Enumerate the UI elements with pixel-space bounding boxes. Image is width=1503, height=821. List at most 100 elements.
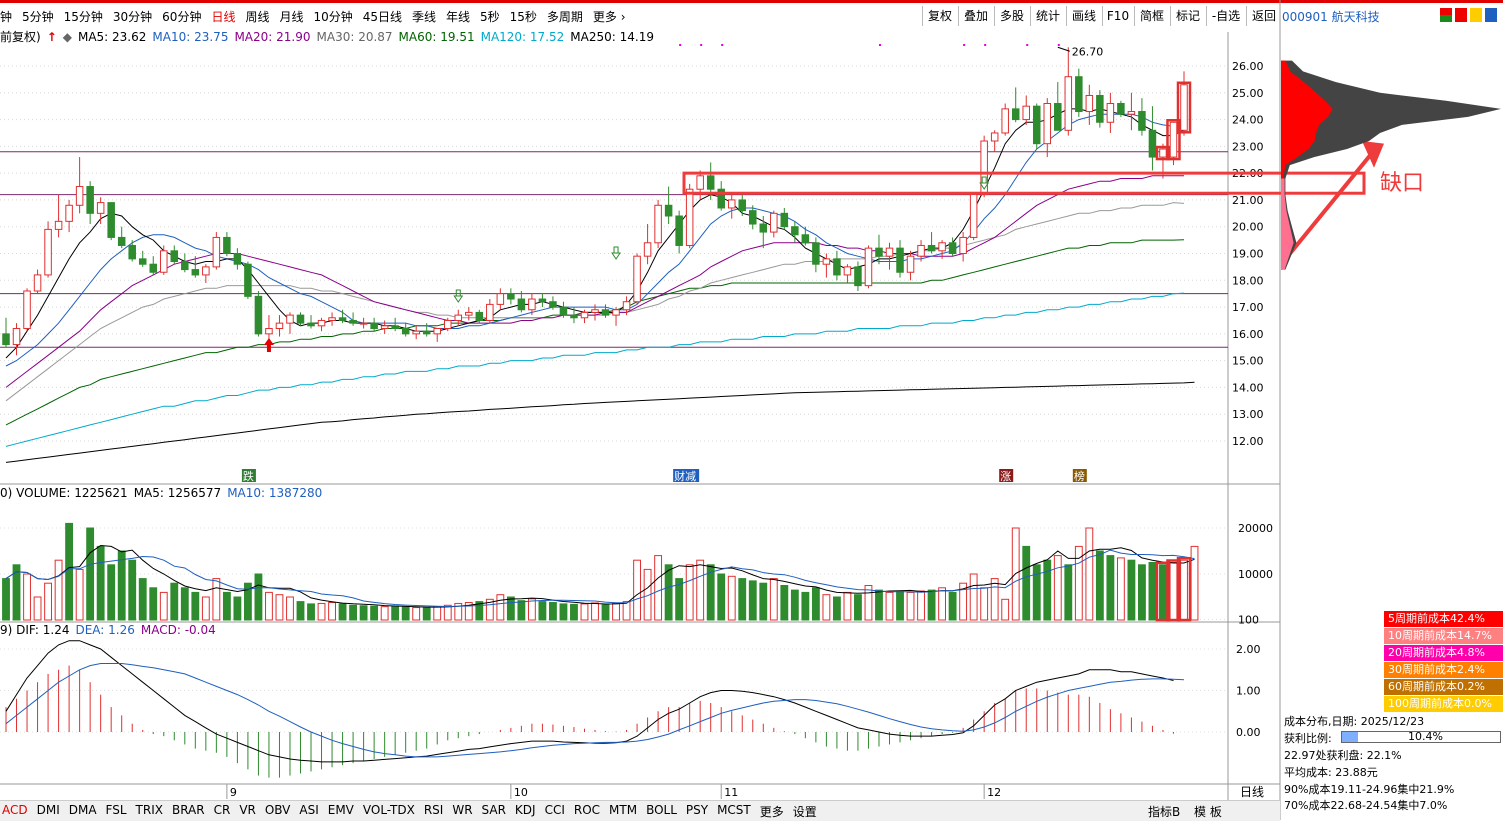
candle — [359, 322, 368, 325]
indicator-tab-5[interactable]: BRAR — [172, 803, 205, 817]
candle — [138, 258, 147, 265]
candle — [1096, 94, 1104, 123]
indicator-tab-0[interactable]: ACD — [2, 803, 28, 817]
indicator-tab-20[interactable]: PSY — [686, 803, 708, 817]
candle — [128, 244, 136, 260]
candle — [675, 215, 683, 246]
indicator-tab-21[interactable]: MCST — [717, 803, 751, 817]
price-tick-12: 24.00 — [1232, 114, 1264, 127]
indicator-tab-3[interactable]: FSL — [106, 803, 127, 817]
volume-bar — [201, 596, 210, 621]
candle — [233, 253, 242, 265]
candle — [212, 236, 221, 268]
candle — [706, 175, 715, 190]
indicator-tab-15[interactable]: KDJ — [515, 803, 536, 817]
candle — [896, 247, 904, 273]
candle — [286, 314, 294, 324]
candle — [23, 290, 31, 329]
cost-legend-0: 5周期前成本42.4% — [1384, 611, 1503, 627]
price-tick-4: 16.00 — [1232, 328, 1264, 341]
template-button-0[interactable]: 指标B — [1148, 803, 1180, 820]
candle — [759, 223, 768, 233]
event-marker-label-1: 财减 — [674, 469, 696, 483]
candle — [223, 236, 231, 255]
macd-tick-0: 2.00 — [1236, 643, 1261, 656]
indicator-tab-6[interactable]: CR — [214, 803, 231, 817]
volume-bar — [401, 606, 410, 621]
volume-bar — [254, 573, 263, 621]
volume-bar — [65, 522, 74, 621]
event-marker-label-0: 跌 — [243, 469, 254, 483]
macd-label-2: MACD: -0.04 — [140, 623, 216, 637]
volume-bar — [1064, 564, 1073, 621]
candle — [191, 269, 200, 276]
price-tick-2: 14.00 — [1232, 381, 1264, 394]
indicator-tab-22[interactable]: 更多 — [760, 803, 784, 820]
volume-bar — [917, 590, 925, 621]
template-button-1[interactable]: 模 板 — [1194, 803, 1222, 820]
candle — [980, 140, 988, 196]
signal-dot-4 — [963, 44, 966, 46]
signal-dot-1 — [700, 44, 703, 46]
indicator-tab-11[interactable]: VOL-TDX — [363, 803, 415, 817]
volume-bar — [370, 605, 379, 621]
volume-bar — [117, 550, 126, 621]
volume-bar — [265, 591, 273, 621]
candle — [517, 298, 526, 311]
candle — [54, 220, 63, 230]
volume-bar — [612, 602, 620, 621]
gap-arrow-line — [1288, 151, 1374, 255]
indicator-tab-14[interactable]: SAR — [482, 803, 506, 817]
candle — [1169, 121, 1178, 158]
high-label: 26.70 — [1072, 45, 1104, 58]
volume-bar — [822, 594, 831, 621]
indicator-tab-4[interactable]: TRIX — [136, 803, 163, 817]
candle — [496, 293, 505, 305]
volume-bar — [349, 604, 358, 621]
candle — [96, 202, 105, 214]
signal-dot-7 — [1057, 44, 1060, 46]
candle — [1148, 129, 1157, 158]
candle — [465, 311, 473, 316]
candle — [927, 244, 936, 252]
indicator-tab-2[interactable]: DMA — [69, 803, 97, 817]
volume-bar — [601, 604, 610, 621]
indicator-tab-8[interactable]: OBV — [265, 803, 291, 817]
cost-legend-1: 10周期前成本14.7% — [1384, 628, 1503, 644]
indicator-tab-9[interactable]: ASI — [299, 803, 318, 817]
event-marker-label-3: 榜 — [1074, 469, 1085, 483]
indicator-tab-12[interactable]: RSI — [424, 803, 444, 817]
indicator-tab-13[interactable]: WR — [452, 803, 472, 817]
cost-legend-4: 60周期前成本0.2% — [1384, 679, 1503, 695]
indicator-tab-17[interactable]: ROC — [574, 803, 600, 817]
buy-arrow-stem — [266, 344, 271, 352]
month-label-1: 10 — [514, 786, 528, 799]
indicator-tab-23[interactable]: 设置 — [793, 803, 817, 820]
volume-bar — [885, 591, 894, 621]
signal-dot-5 — [984, 44, 987, 46]
candle — [938, 242, 946, 252]
gap-label: 缺口 — [1380, 171, 1424, 196]
candle — [349, 319, 357, 324]
candle — [948, 242, 957, 255]
volume-bar — [1043, 559, 1052, 621]
candle — [12, 328, 21, 346]
indicator-tab-1[interactable]: DMI — [37, 803, 60, 817]
indicator-tab-10[interactable]: EMV — [328, 803, 354, 817]
indicator-tab-18[interactable]: MTM — [609, 803, 637, 817]
sell-arrow-icon-1 — [611, 246, 621, 260]
volume-bar — [854, 594, 862, 621]
volume-bar — [191, 591, 200, 621]
indicator-tab-16[interactable]: CCI — [545, 803, 565, 817]
price-tick-11: 23.00 — [1232, 140, 1264, 153]
volume-bar — [759, 582, 768, 621]
volume-bar — [1032, 564, 1041, 621]
volume-bar — [180, 587, 189, 621]
volume-bar — [412, 607, 421, 621]
volume-bar — [2, 578, 10, 621]
candle — [507, 293, 515, 300]
indicator-tab-7[interactable]: VR — [239, 803, 256, 817]
event-marker-label-2: 涨 — [1000, 470, 1011, 483]
volume-bar — [391, 605, 400, 621]
indicator-tab-19[interactable]: BOLL — [646, 803, 677, 817]
